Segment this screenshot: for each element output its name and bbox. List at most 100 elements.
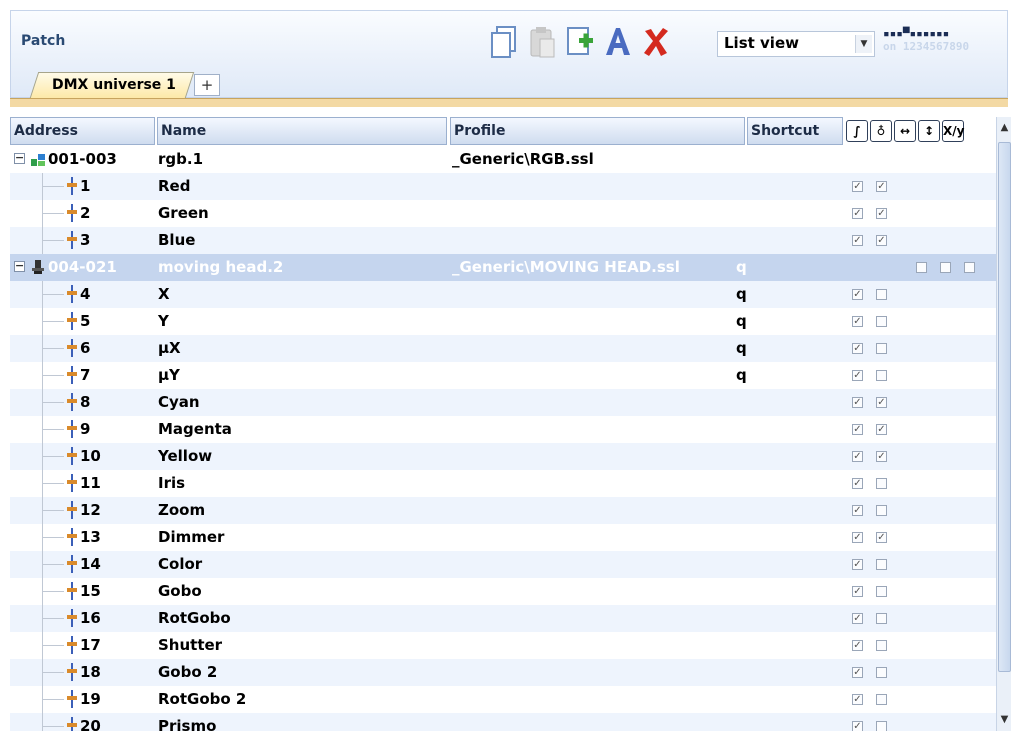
column-header-shortcut[interactable]: Shortcut [747,117,843,145]
channel-highlight-checkbox[interactable] [876,316,887,327]
channel-highlight-checkbox[interactable]: ✓ [876,235,887,246]
channel-highlight-checkbox[interactable] [876,370,887,381]
channel-row[interactable]: 1 Red ✓ ✓ [10,173,996,200]
view-select[interactable]: List view ▼ [717,31,875,57]
channel-fade-checkbox[interactable]: ✓ [852,478,863,489]
channel-fade-checkbox[interactable]: ✓ [852,289,863,300]
channel-fade-checkbox[interactable]: ✓ [852,451,863,462]
channel-row[interactable]: 6 µX q ✓ [10,335,996,362]
collapse-icon[interactable]: − [14,260,25,272]
channel-highlight-checkbox[interactable]: ✓ [876,451,887,462]
column-header-name[interactable]: Name [157,117,447,145]
bulb-icon[interactable]: ♁ [870,120,892,142]
channel-icon [66,365,78,385]
fixture-row[interactable]: − 001-003 rgb.1 _Generic\RGB.ssl [10,146,996,173]
channel-highlight-checkbox[interactable] [876,721,887,731]
channel-number: 12 [80,501,101,519]
channel-highlight-checkbox[interactable] [876,478,887,489]
channel-row[interactable]: 12 Zoom ✓ [10,497,996,524]
collapse-icon[interactable]: − [14,152,25,164]
channel-fade-checkbox[interactable]: ✓ [852,586,863,597]
channel-row[interactable]: 13 Dimmer ✓ ✓ [10,524,996,551]
channel-number: 9 [80,420,91,438]
channel-fade-checkbox[interactable]: ✓ [852,316,863,327]
fixture-row[interactable]: − 004-021 moving head.2 _Generic\MOVING HEA… [10,254,996,281]
channel-highlight-checkbox[interactable] [876,559,887,570]
channel-highlight-checkbox[interactable] [876,694,887,705]
channel-highlight-checkbox[interactable] [876,505,887,516]
channel-fade-checkbox[interactable]: ✓ [852,208,863,219]
channel-row[interactable]: 8 Cyan ✓ ✓ [10,389,996,416]
channel-fade-checkbox[interactable]: ✓ [852,505,863,516]
column-header-profile[interactable]: Profile [450,117,745,145]
channel-fade-checkbox[interactable]: ✓ [852,640,863,651]
chevron-down-icon[interactable]: ▼ [855,35,872,53]
tab-strip-divider [10,98,1008,107]
channel-row[interactable]: 15 Gobo ✓ [10,578,996,605]
tab-dmx-universe-1[interactable]: DMX universe 1 [52,77,176,93]
channel-fade-checkbox[interactable]: ✓ [852,532,863,543]
channel-row[interactable]: 5 Yq ✓ [10,308,996,335]
channel-highlight-checkbox[interactable]: ✓ [876,397,887,408]
channel-row[interactable]: 18 Gobo 2 ✓ [10,659,996,686]
channel-highlight-checkbox[interactable] [876,613,887,624]
fade-curve-icon[interactable]: ∫ [846,120,868,142]
channel-row[interactable]: 20 Prismo ✓ [10,713,996,731]
channel-row[interactable]: 19 RotGobo 2 ✓ [10,686,996,713]
scroll-down-icon[interactable]: ▼ [997,711,1011,729]
channel-fade-checkbox[interactable]: ✓ [852,343,863,354]
channel-row[interactable]: 7 µY q ✓ [10,362,996,389]
channel-fade-checkbox[interactable]: ✓ [852,694,863,705]
delete-icon[interactable] [641,25,671,59]
channel-fade-checkbox[interactable]: ✓ [852,397,863,408]
moving-head-icon [30,259,46,275]
channel-row[interactable]: 4 Xq ✓ [10,281,996,308]
fixture-xy-checkbox[interactable] [964,262,975,273]
rename-icon[interactable] [603,25,633,59]
channel-highlight-checkbox[interactable]: ✓ [876,208,887,219]
pan-icon[interactable]: ↔ [894,120,916,142]
channel-row[interactable]: 17 Shutter ✓ [10,632,996,659]
add-fixture-icon[interactable] [565,25,595,59]
vertical-scrollbar[interactable]: ▲ ▼ [996,117,1011,731]
channel-highlight-checkbox[interactable]: ✓ [876,181,887,192]
channel-number: 16 [80,609,101,627]
channel-shortcut: q [736,285,747,303]
dmx-digits: 1234567890 [902,40,970,53]
channel-fade-checkbox[interactable]: ✓ [852,559,863,570]
channel-row[interactable]: 11 Iris ✓ [10,470,996,497]
channel-fade-checkbox[interactable]: ✓ [852,424,863,435]
channel-fade-checkbox[interactable]: ✓ [852,181,863,192]
channel-highlight-checkbox[interactable]: ✓ [876,532,887,543]
channel-highlight-checkbox[interactable] [876,667,887,678]
add-tab-button[interactable]: + [194,74,220,96]
copy-icon[interactable] [489,25,519,59]
channel-highlight-checkbox[interactable] [876,640,887,651]
tilt-icon[interactable]: ↕ [918,120,940,142]
channel-row[interactable]: 3 Blue ✓ ✓ [10,227,996,254]
scroll-thumb[interactable] [998,142,1011,672]
channel-row[interactable]: 2 Green ✓ ✓ [10,200,996,227]
channel-fade-checkbox[interactable]: ✓ [852,235,863,246]
channel-fade-checkbox[interactable]: ✓ [852,613,863,624]
channel-row[interactable]: 16 RotGobo ✓ [10,605,996,632]
xy-icon[interactable]: X/y [942,120,964,142]
channel-name: Gobo [158,582,202,600]
scroll-up-icon[interactable]: ▲ [997,119,1011,137]
channel-icon [66,689,78,709]
column-header-address[interactable]: Address [10,117,155,145]
channel-row[interactable]: 14 Color ✓ [10,551,996,578]
channel-row[interactable]: 10 Yellow ✓ ✓ [10,443,996,470]
channel-fade-checkbox[interactable]: ✓ [852,667,863,678]
channel-fade-checkbox[interactable]: ✓ [852,721,863,731]
fixture-pan-checkbox[interactable] [916,262,927,273]
channel-highlight-checkbox[interactable] [876,343,887,354]
channel-fade-checkbox[interactable]: ✓ [852,370,863,381]
channel-row[interactable]: 9 Magenta ✓ ✓ [10,416,996,443]
paste-icon[interactable] [527,25,557,59]
channel-icon [66,311,78,331]
channel-highlight-checkbox[interactable] [876,289,887,300]
fixture-tilt-checkbox[interactable] [940,262,951,273]
channel-highlight-checkbox[interactable]: ✓ [876,424,887,435]
channel-highlight-checkbox[interactable] [876,586,887,597]
